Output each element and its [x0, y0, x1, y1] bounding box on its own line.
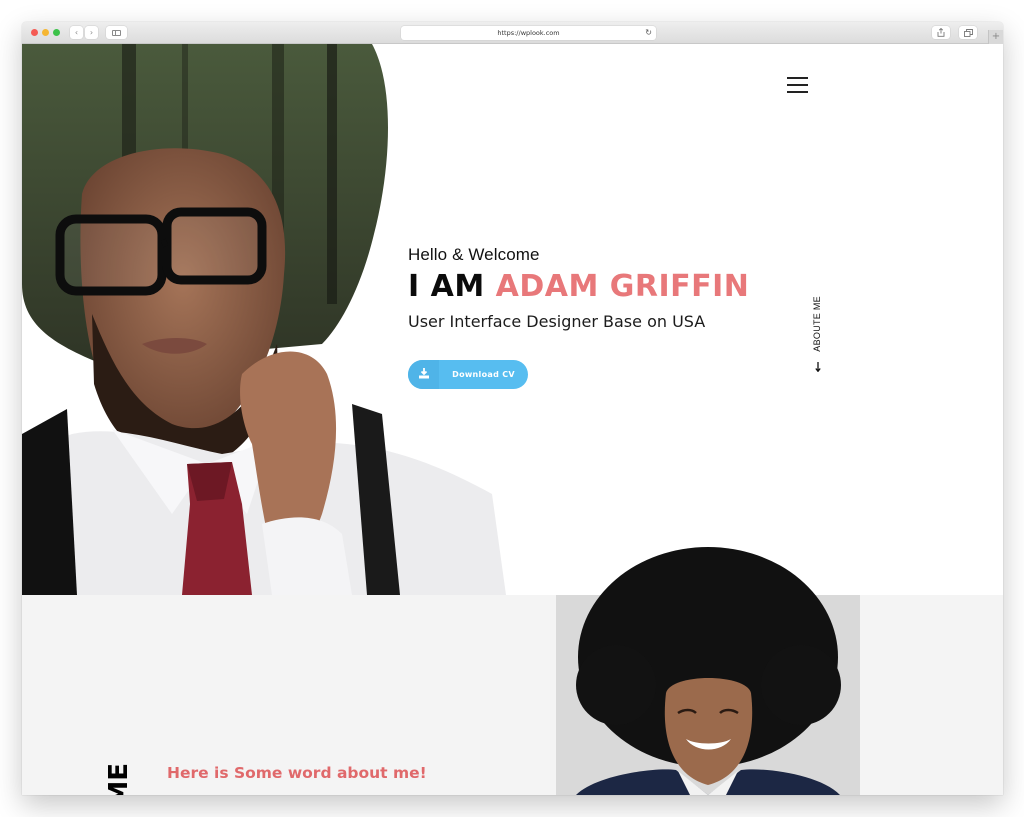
- chevron-right-icon: ›: [89, 28, 94, 37]
- share-button[interactable]: [932, 26, 950, 39]
- greeting-text: Hello & Welcome: [408, 245, 540, 264]
- maximize-window-button[interactable]: [53, 29, 60, 36]
- menu-icon-bar: [787, 84, 808, 86]
- chevron-left-icon: ‹: [74, 28, 79, 37]
- sidebar-icon: [112, 29, 121, 36]
- menu-icon-bar: [787, 77, 808, 79]
- about-vertical-title: ME: [104, 763, 134, 795]
- download-icon-cell: [408, 360, 439, 389]
- reload-icon[interactable]: ↻: [645, 26, 652, 40]
- download-cv-label: Download CV: [452, 370, 515, 379]
- minimize-window-button[interactable]: [42, 29, 49, 36]
- download-icon: [419, 368, 429, 379]
- about-me-label: ABOUTE ME: [812, 296, 822, 352]
- new-tab-button[interactable]: +: [988, 30, 1003, 44]
- browser-window: ‹ › https://wplook.com ↻ + Hello & Welco…: [22, 22, 1003, 795]
- headline-prefix: I AM: [408, 269, 485, 304]
- sidebar-toggle-button[interactable]: [106, 26, 127, 39]
- about-me-link[interactable]: ABOUTE ME: [810, 274, 826, 374]
- hero-tagline: User Interface Designer Base on USA: [408, 312, 706, 331]
- hero-headline: I AM ADAM GRIFFIN: [408, 269, 749, 304]
- back-button[interactable]: ‹: [70, 26, 83, 39]
- tabs-icon: [963, 28, 973, 37]
- about-heading: Here is Some word about me!: [167, 764, 427, 782]
- hero-section: Hello & Welcome I AM ADAM GRIFFIN User I…: [22, 44, 1003, 595]
- download-cv-button[interactable]: Download CV: [408, 360, 528, 389]
- headline-name: ADAM GRIFFIN: [495, 269, 750, 304]
- hamburger-menu-button[interactable]: [787, 77, 809, 95]
- about-section: ME Here is Some word about me!: [22, 547, 1003, 795]
- close-window-button[interactable]: [31, 29, 38, 36]
- menu-icon-bar: [787, 91, 808, 93]
- url-text: https://wplook.com: [497, 29, 560, 37]
- forward-button[interactable]: ›: [85, 26, 98, 39]
- arrow-down-icon: [815, 362, 821, 375]
- address-bar[interactable]: https://wplook.com ↻: [401, 26, 656, 40]
- browser-toolbar: ‹ › https://wplook.com ↻ +: [22, 22, 1003, 44]
- about-photo: [556, 547, 860, 795]
- tab-overview-button[interactable]: [959, 26, 977, 39]
- share-icon: [937, 27, 945, 37]
- hero-intro: Hello & Welcome I AM ADAM GRIFFIN User I…: [408, 245, 749, 331]
- plus-icon: +: [991, 31, 1001, 42]
